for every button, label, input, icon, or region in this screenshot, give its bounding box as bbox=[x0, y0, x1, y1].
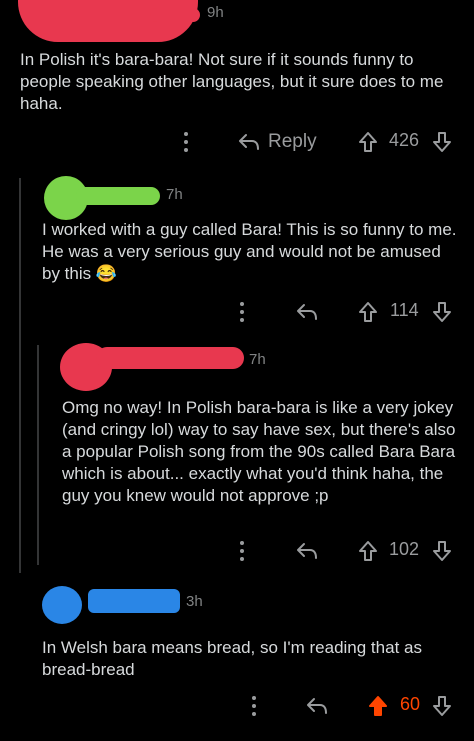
reply-arrow-icon[interactable] bbox=[294, 536, 320, 566]
comment-body: I worked with a guy called Bara! This is… bbox=[42, 219, 460, 285]
laughing-emoji: 😂 bbox=[95, 264, 118, 283]
more-vertical-icon[interactable] bbox=[230, 536, 254, 566]
downvote-arrow-icon[interactable] bbox=[430, 536, 454, 566]
reply-arrow-icon[interactable] bbox=[304, 691, 330, 721]
more-vertical-icon[interactable] bbox=[230, 297, 254, 327]
vote-score: 60 bbox=[400, 694, 421, 714]
reply-label: Reply bbox=[268, 131, 317, 152]
downvote-arrow-icon[interactable] bbox=[430, 127, 454, 157]
upvote-arrow-icon[interactable] bbox=[356, 297, 380, 327]
thread-line-level-1 bbox=[19, 178, 21, 573]
redacted-username-4 bbox=[88, 589, 180, 613]
comment-actions: 102 bbox=[0, 536, 474, 566]
comment-actions: 114 bbox=[0, 297, 474, 327]
reply-arrow-icon[interactable] bbox=[294, 297, 320, 327]
upvote-arrow-icon[interactable] bbox=[356, 127, 380, 157]
comment-actions: Reply 426 bbox=[0, 127, 474, 157]
redacted-username-3 bbox=[96, 347, 244, 369]
upvote-arrow-icon[interactable] bbox=[356, 536, 380, 566]
redacted-avatar-4 bbox=[42, 586, 82, 624]
more-vertical-icon[interactable] bbox=[242, 691, 266, 721]
upvote-arrow-icon[interactable] bbox=[366, 691, 390, 721]
downvote-arrow-icon[interactable] bbox=[430, 297, 454, 327]
reply-arrow-icon bbox=[238, 133, 260, 151]
comment-body: In Welsh bara means bread, so I'm readin… bbox=[42, 638, 422, 679]
redacted-username-1-tail bbox=[150, 8, 200, 22]
comment-timestamp: 3h bbox=[186, 593, 203, 610]
comment-timestamp: 9h bbox=[207, 4, 224, 21]
more-vertical-icon[interactable] bbox=[174, 127, 198, 157]
comment-timestamp: 7h bbox=[166, 186, 183, 203]
comment-body: Omg no way! In Polish bara-bara is like … bbox=[62, 398, 456, 505]
redacted-username-2 bbox=[76, 187, 160, 205]
vote-score: 426 bbox=[389, 130, 420, 150]
downvote-arrow-icon[interactable] bbox=[430, 691, 454, 721]
reply-button[interactable]: Reply bbox=[238, 127, 328, 157]
vote-score: 102 bbox=[389, 539, 420, 559]
vote-score: 114 bbox=[390, 300, 419, 320]
thread-line-level-2 bbox=[37, 345, 39, 565]
comment-timestamp: 7h bbox=[249, 351, 266, 368]
comment-actions: 60 bbox=[0, 691, 474, 721]
comment-body: In Polish it's bara-bara! Not sure if it… bbox=[20, 50, 444, 113]
